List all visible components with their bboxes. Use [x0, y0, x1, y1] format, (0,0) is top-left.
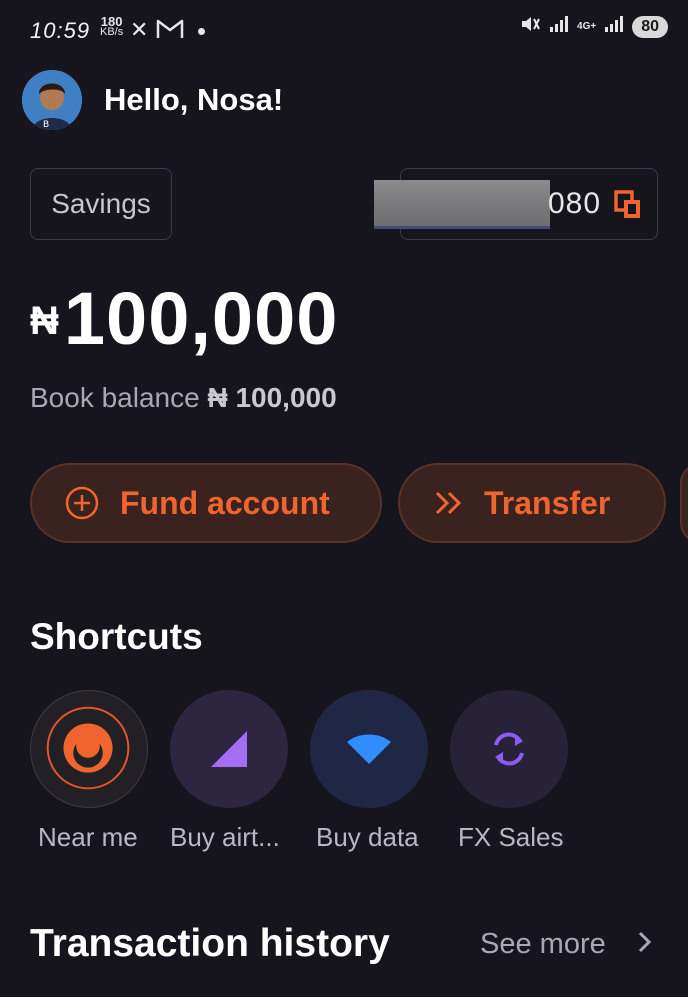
shortcut-label-fx-sales: FX Sales [458, 822, 564, 852]
signal-icon-2 [604, 15, 624, 38]
account-number-suffix: 080 [548, 187, 602, 220]
shortcut-near-me[interactable] [30, 690, 148, 808]
main-balance: ₦100,000 [30, 276, 338, 361]
gmail-icon [156, 18, 184, 45]
status-right-group: 4G+ 80 [519, 14, 668, 39]
shortcut-buy-airtime[interactable] [170, 690, 288, 808]
shortcuts-title: Shortcuts [30, 616, 203, 657]
transfer-button[interactable]: Transfer [398, 463, 666, 543]
fund-account-label: Fund account [120, 484, 330, 521]
shortcut-fx-sales[interactable] [450, 690, 568, 808]
greeting-title: Hello, Nosa! [104, 82, 284, 117]
shortcut-label-buy-data: Buy data [316, 822, 419, 852]
balance-amount: 100,000 [63, 277, 339, 360]
network-speed-unit: KB/s [100, 26, 124, 38]
book-balance: Book balance ₦ 100,000 [30, 382, 337, 414]
svg-text:B: B [43, 120, 49, 130]
network-speed: 180 KB/s [100, 15, 124, 38]
mute-vibrate-icon [519, 14, 541, 39]
plus-circle-icon [64, 485, 100, 521]
copy-icon[interactable] [614, 190, 642, 225]
wifi-data-icon [310, 690, 428, 808]
transfer-label: Transfer [484, 484, 611, 521]
see-more-link[interactable]: See more [480, 928, 606, 961]
account-number-redaction [374, 180, 550, 229]
account-type-selector[interactable]: Savings [30, 168, 172, 240]
transaction-history-title: Transaction history [30, 922, 390, 965]
book-balance-label: Book balance [30, 382, 200, 413]
network-type: 4G+ [577, 20, 597, 32]
shortcut-buy-data[interactable] [310, 690, 428, 808]
double-chevron-right-icon [434, 489, 464, 517]
book-balance-amount: ₦ 100,000 [207, 382, 337, 413]
signal-icon [549, 15, 569, 38]
currency-symbol: ₦ [30, 299, 60, 343]
more-actions-button[interactable] [680, 463, 688, 543]
airtime-signal-icon [170, 690, 288, 808]
notification-dot-icon [198, 28, 205, 35]
status-time: 10:59 [30, 18, 91, 43]
shortcut-label-buy-airtime: Buy airt... [170, 822, 280, 852]
battery-level: 80 [632, 15, 668, 38]
chevron-right-icon[interactable] [636, 928, 654, 964]
fx-exchange-icon [450, 690, 568, 808]
avatar[interactable]: B [22, 70, 82, 130]
fund-account-button[interactable]: Fund account [30, 463, 382, 543]
shortcut-label-near-me: Near me [38, 822, 138, 852]
x-app-icon: ✕ [130, 17, 149, 42]
near-me-icon [31, 691, 147, 807]
